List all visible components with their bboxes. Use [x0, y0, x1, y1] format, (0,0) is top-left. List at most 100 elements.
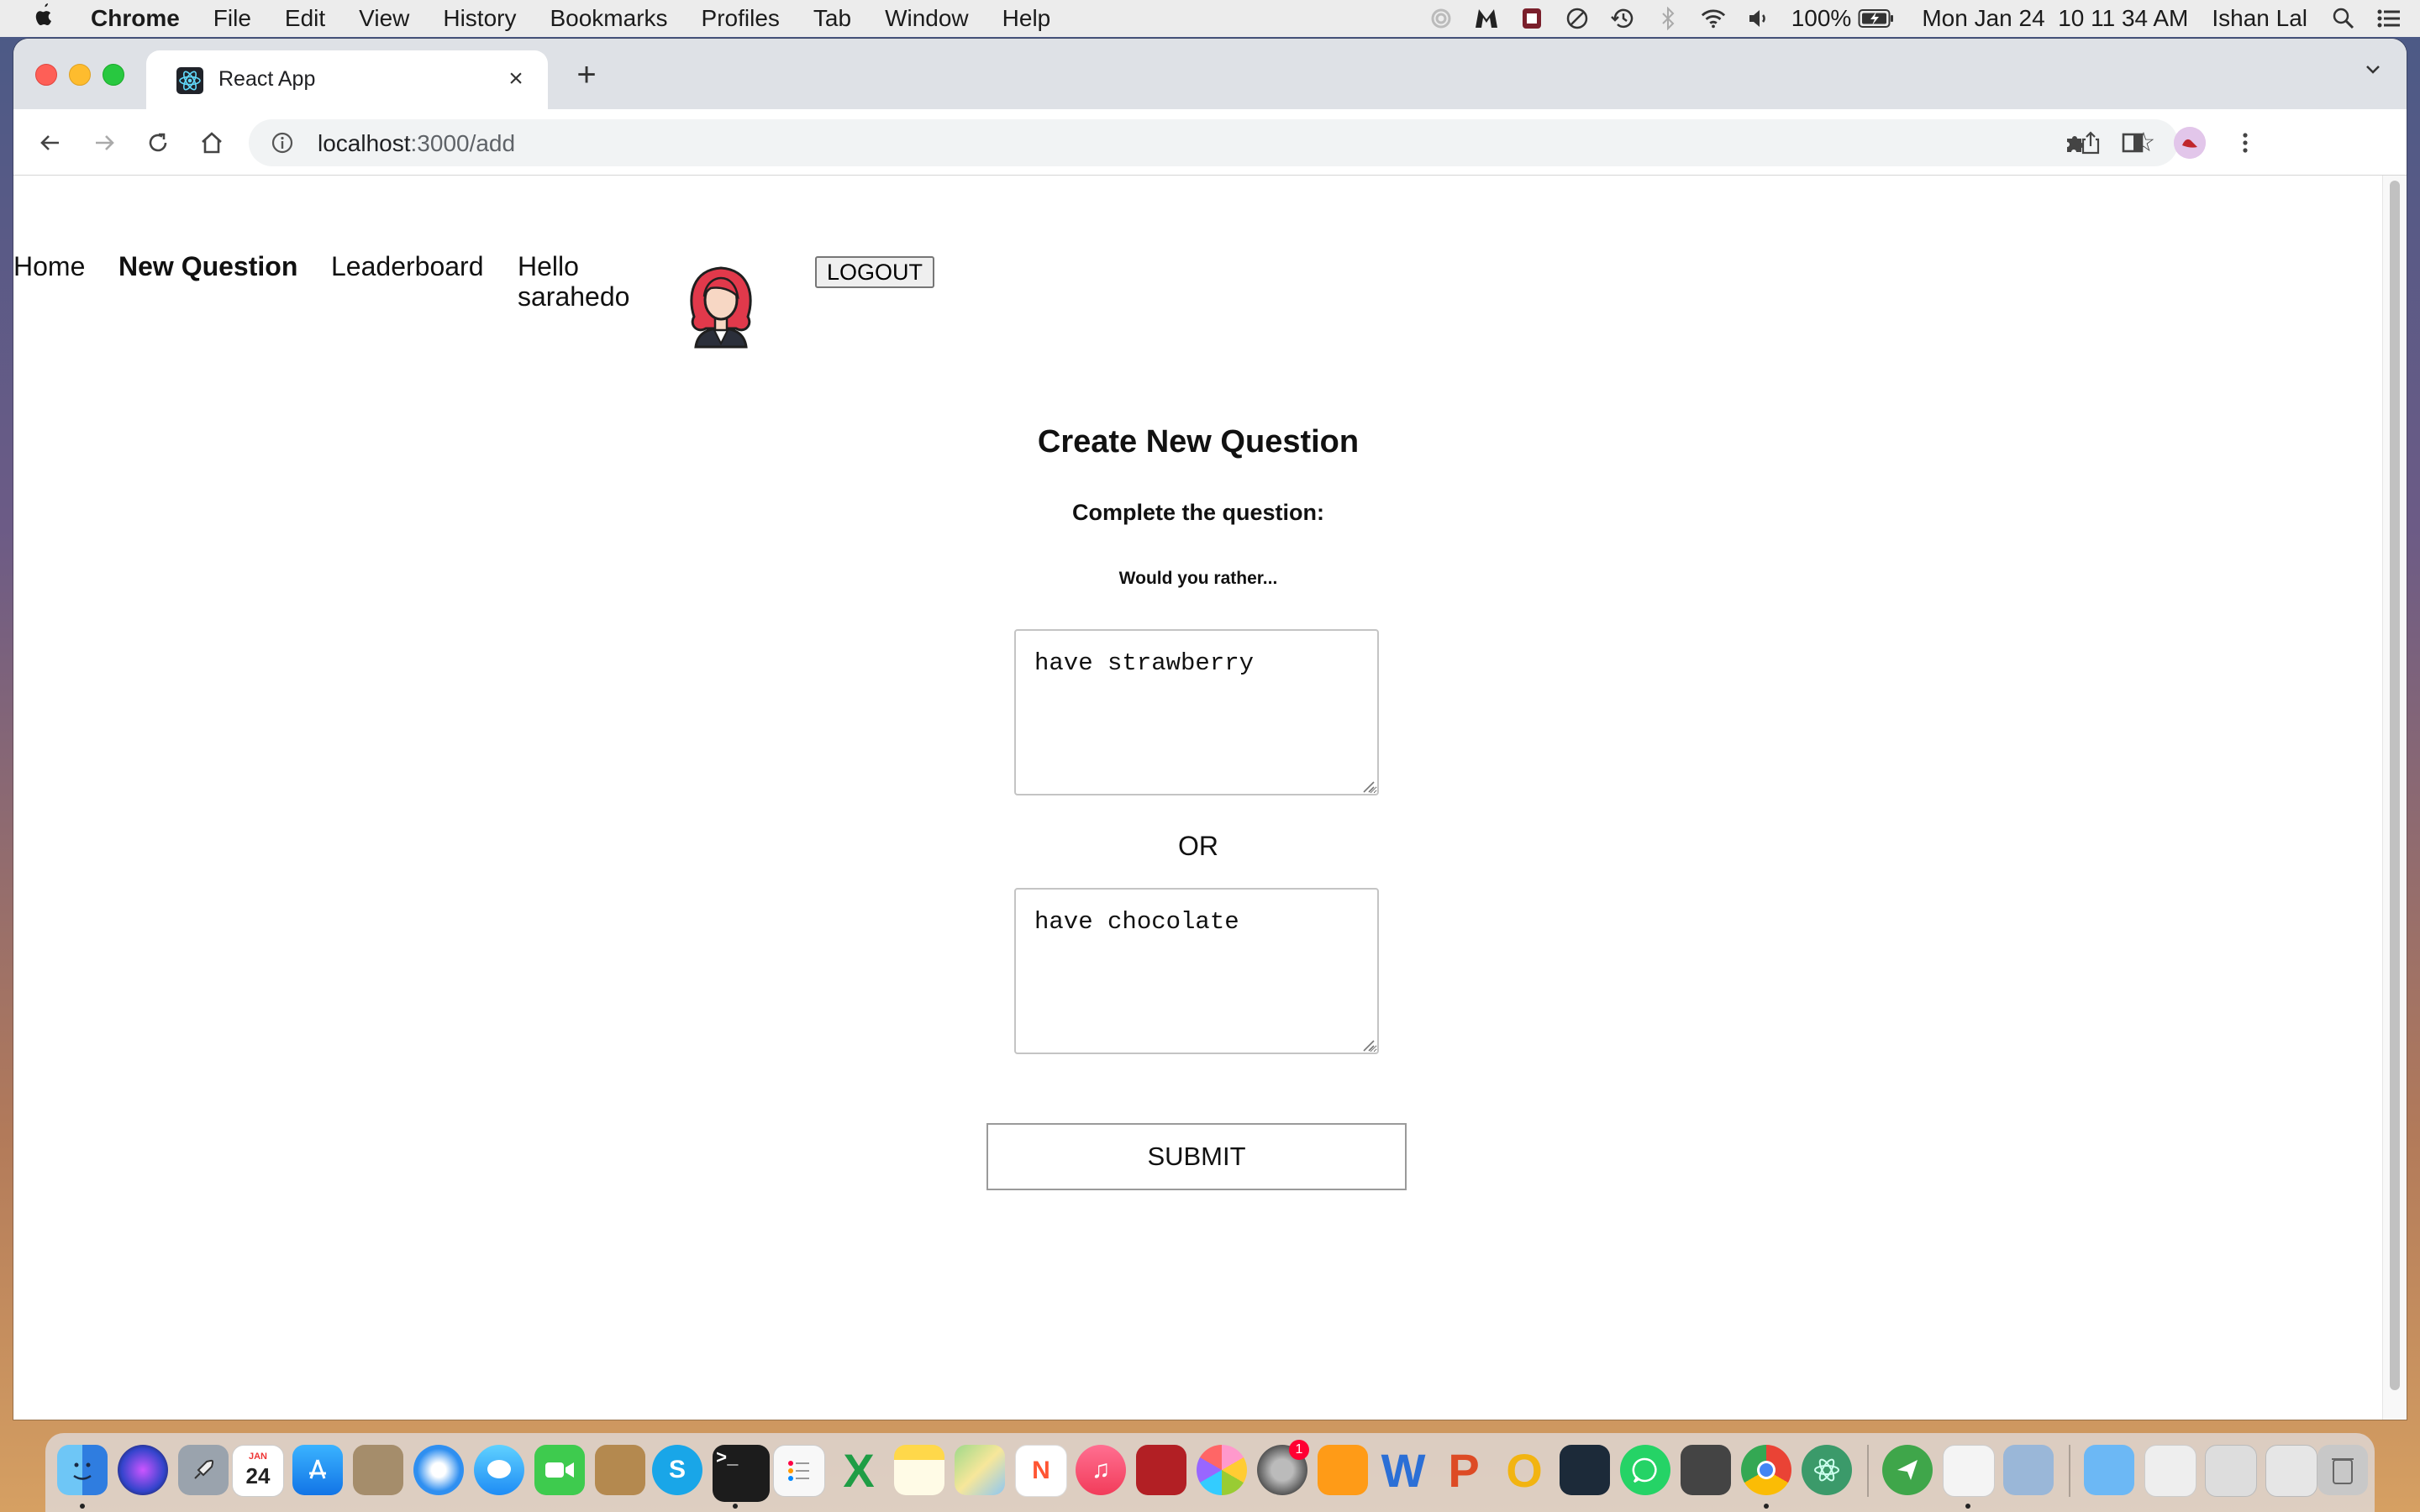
address-url[interactable]: localhost:3000/add: [318, 130, 515, 157]
preview-icon[interactable]: [353, 1445, 403, 1495]
ublock-icon[interactable]: [1519, 6, 1544, 31]
news-icon[interactable]: N: [1015, 1445, 1067, 1497]
page-scrollbar[interactable]: [2382, 176, 2407, 1420]
safari-compass-icon[interactable]: [413, 1445, 464, 1495]
logout-button[interactable]: LOGOUT: [815, 256, 934, 288]
reload-icon[interactable]: [139, 124, 176, 161]
window-close-button[interactable]: [35, 64, 57, 86]
tab-title: React App: [218, 67, 316, 91]
keynote-icon[interactable]: [1560, 1445, 1610, 1495]
option-one-textarea[interactable]: have strawberry: [1014, 629, 1379, 795]
home-icon[interactable]: [193, 124, 230, 161]
menu-history[interactable]: History: [443, 5, 516, 32]
window-maximize-button[interactable]: [103, 64, 124, 86]
menu-app-chrome[interactable]: Chrome: [91, 5, 180, 32]
spotlight-search-icon[interactable]: [2331, 6, 2356, 31]
chrome-menu-kebab-icon[interactable]: [2227, 124, 2264, 161]
textedit-icon[interactable]: [1943, 1445, 1995, 1497]
menu-profiles[interactable]: Profiles: [702, 5, 780, 32]
wifi-icon[interactable]: [1701, 6, 1726, 31]
trash-icon[interactable]: [2317, 1445, 2368, 1495]
url-path: :3000/add: [410, 130, 516, 156]
maps-icon[interactable]: [955, 1445, 1005, 1495]
dock-separator: [1867, 1445, 1869, 1497]
tab-close-icon[interactable]: ×: [501, 64, 531, 94]
photo-booth-icon[interactable]: [1136, 1445, 1186, 1495]
notebook-icon[interactable]: [595, 1445, 645, 1495]
tab-strip: React App × +: [13, 39, 2407, 109]
running-indicator: [80, 1504, 85, 1509]
calculator-icon[interactable]: [1681, 1445, 1731, 1495]
chrome-icon[interactable]: [1741, 1445, 1791, 1495]
extensions-puzzle-icon[interactable]: [2057, 124, 2094, 161]
menu-edit[interactable]: Edit: [285, 5, 325, 32]
messages-icon[interactable]: [474, 1445, 524, 1495]
bluetooth-icon[interactable]: [1655, 6, 1681, 31]
menu-window[interactable]: Window: [885, 5, 969, 32]
downloads-stack-icon[interactable]: [2205, 1445, 2257, 1497]
submit-button[interactable]: SUBMIT: [986, 1123, 1407, 1190]
new-tab-button[interactable]: +: [568, 57, 605, 94]
forward-arrow-icon[interactable]: [86, 124, 123, 161]
books-icon[interactable]: [1318, 1445, 1368, 1495]
menu-view[interactable]: View: [359, 5, 409, 32]
reminders-icon[interactable]: [773, 1445, 825, 1497]
scrollbar-thumb[interactable]: [2390, 181, 2400, 1390]
menu-file[interactable]: File: [213, 5, 251, 32]
profile-avatar-icon[interactable]: [2171, 124, 2208, 161]
notes-icon[interactable]: [894, 1445, 944, 1495]
skype-icon[interactable]: S: [652, 1445, 702, 1495]
menu-bookmarks[interactable]: Bookmarks: [550, 5, 667, 32]
telegram-send-icon[interactable]: [1882, 1445, 1933, 1495]
nav-home-link[interactable]: Home: [13, 251, 85, 282]
calendar-icon[interactable]: JAN 24: [232, 1445, 284, 1497]
side-panel-icon[interactable]: [2114, 124, 2151, 161]
react-logo-icon: [176, 67, 203, 94]
excel-icon[interactable]: X: [834, 1444, 884, 1497]
resize-grip-icon[interactable]: [1360, 779, 1376, 794]
folder-icon[interactable]: [2084, 1445, 2134, 1495]
user-avatar: [686, 263, 756, 350]
control-center-icon[interactable]: [2376, 6, 2402, 31]
resize-grip-icon[interactable]: [1360, 1037, 1376, 1053]
apple-menu-icon[interactable]: [32, 2, 62, 35]
do-not-disturb-icon[interactable]: [1565, 6, 1590, 31]
finder-icon[interactable]: [57, 1445, 108, 1495]
terminal-icon[interactable]: >_: [713, 1445, 770, 1502]
menu-help[interactable]: Help: [1002, 5, 1051, 32]
preview-image-icon[interactable]: [2003, 1445, 2054, 1495]
running-indicator: [733, 1504, 738, 1509]
app-store-icon[interactable]: [292, 1445, 343, 1495]
menu-tab[interactable]: Tab: [813, 5, 851, 32]
time-machine-icon[interactable]: [1610, 6, 1635, 31]
menubar-user[interactable]: Ishan Lal: [2212, 5, 2307, 32]
back-arrow-icon[interactable]: [32, 124, 69, 161]
documents-stack-icon[interactable]: [2144, 1445, 2196, 1497]
form-title: Create New Question: [1037, 424, 1360, 459]
creative-cloud-icon[interactable]: [1428, 6, 1454, 31]
screenshots-stack-icon[interactable]: [2265, 1445, 2317, 1497]
photos-icon[interactable]: [1197, 1445, 1247, 1495]
window-minimize-button[interactable]: [69, 64, 91, 86]
nav-new-question-link[interactable]: New Question: [118, 251, 297, 282]
whatsapp-icon[interactable]: [1620, 1445, 1670, 1495]
tab-react-app[interactable]: React App ×: [146, 50, 548, 109]
siri-icon[interactable]: [118, 1445, 168, 1495]
tab-search-chevron-icon[interactable]: [2356, 59, 2390, 92]
volume-icon[interactable]: [1746, 6, 1771, 31]
menubar-clock[interactable]: Mon Jan 24 10 11 34 AM: [1922, 5, 2188, 32]
facetime-icon[interactable]: [534, 1445, 585, 1495]
site-info-icon[interactable]: [271, 131, 294, 155]
outlook-icon[interactable]: O: [1499, 1444, 1549, 1497]
battery-icon[interactable]: [1858, 6, 1895, 31]
music-icon[interactable]: ♫: [1076, 1445, 1126, 1495]
option-two-textarea[interactable]: have chocolate: [1014, 888, 1379, 1054]
address-bar[interactable]: localhost:3000/add ☆: [249, 119, 2178, 166]
atom-icon[interactable]: [1802, 1445, 1852, 1495]
malwarebytes-icon[interactable]: [1474, 6, 1499, 31]
nav-leaderboard-link[interactable]: Leaderboard: [331, 251, 483, 282]
profile-avatar: [2174, 127, 2206, 159]
word-icon[interactable]: W: [1378, 1444, 1428, 1497]
powerpoint-icon[interactable]: P: [1439, 1444, 1489, 1497]
launchpad-rocket-icon[interactable]: [178, 1445, 229, 1495]
